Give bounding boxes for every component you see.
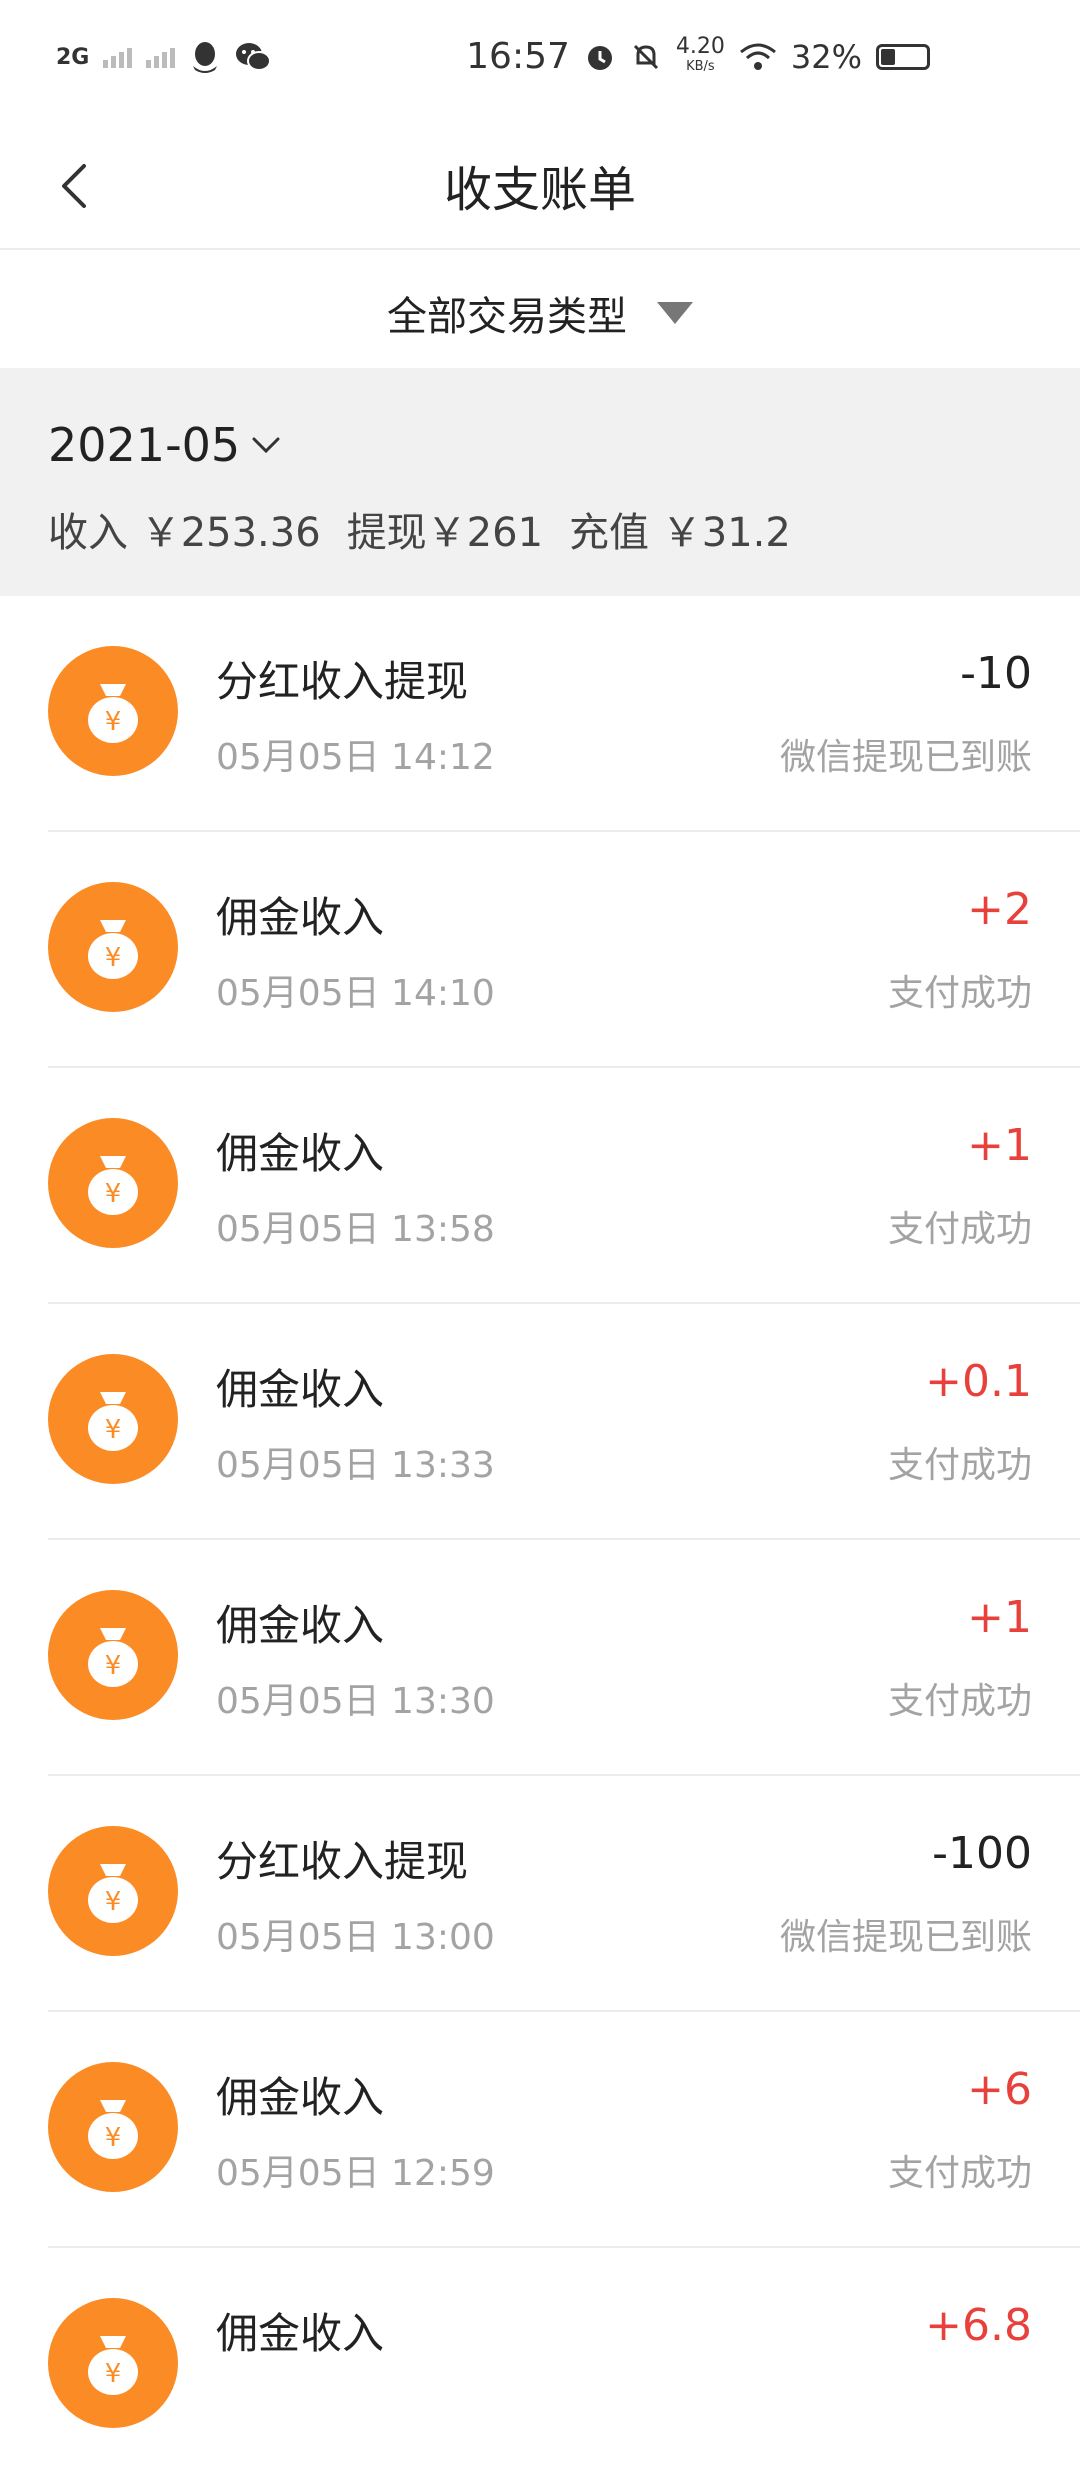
transaction-row[interactable]: ¥ 佣金收入 05月05日 13:33 +0.1 支付成功 (0, 1304, 1080, 1540)
svg-text:¥: ¥ (105, 2123, 122, 2153)
money-bag-icon: ¥ (48, 2298, 178, 2428)
transaction-title: 佣金收入 (216, 893, 385, 942)
transaction-row[interactable]: ¥ 分红收入提现 05月05日 13:00 -100 微信提现已到账 (0, 1776, 1080, 2012)
battery-icon (876, 43, 930, 70)
transaction-row[interactable]: ¥ 佣金收入 05月05日 13:58 +1 支付成功 (0, 1068, 1080, 1304)
transaction-amount: +6 (967, 2064, 1032, 2115)
transaction-amount: +6.8 (925, 2300, 1032, 2351)
transaction-amount: -10 (960, 648, 1032, 699)
transaction-type-filter[interactable]: 全部交易类型 (0, 250, 1080, 368)
transaction-title: 佣金收入 (216, 1365, 385, 1414)
filter-inner: 全部交易类型 (0, 284, 1080, 342)
transaction-amount: +2 (967, 884, 1032, 935)
transaction-status: 支付成功 (887, 1681, 1032, 1722)
dropdown-triangle-icon (657, 302, 693, 324)
transaction-title: 分红收入提现 (216, 657, 469, 706)
transaction-status: 微信提现已到账 (779, 1917, 1032, 1958)
svg-text:¥: ¥ (105, 1179, 122, 1209)
mute-bell-icon (633, 44, 658, 69)
transaction-status: 支付成功 (887, 1445, 1032, 1486)
transaction-amount: +0.1 (925, 1356, 1032, 1407)
status-bar-right: 16:57 4.20 KB/s 32% (466, 33, 930, 77)
network-type: 2G (56, 44, 90, 70)
transaction-row[interactable]: ¥ 佣金收入 05月05日 13:30 +1 支付成功 (0, 1540, 1080, 1776)
status-bar: 2G 16:57 4.20 KB/s 32% (0, 0, 1080, 120)
money-bag-icon: ¥ (48, 1354, 178, 1484)
svg-text:¥: ¥ (105, 1415, 122, 1445)
filter-label: 全部交易类型 (387, 294, 627, 340)
transaction-title: 佣金收入 (216, 2309, 385, 2358)
transaction-title: 分红收入提现 (216, 1837, 469, 1886)
transaction-status: 微信提现已到账 (779, 737, 1032, 778)
income-total: 收入 ￥253.36 (48, 510, 321, 556)
transaction-time: 05月05日 13:33 (216, 1445, 495, 1486)
recharge-total: 充值 ￥31.2 (569, 510, 791, 556)
transaction-time: 05月05日 13:58 (216, 1209, 495, 1250)
money-bag-icon: ¥ (48, 2062, 178, 2192)
transaction-time: 05月05日 13:00 (216, 1917, 495, 1958)
alarm-icon (587, 45, 612, 70)
network-speed: 4.20 KB/s (675, 33, 725, 77)
nav-bar: 收支账单 (0, 120, 1080, 250)
signal-icon (103, 46, 133, 68)
month-selector[interactable]: 2021-05 (48, 418, 284, 472)
svg-text:¥: ¥ (105, 1887, 122, 1917)
page-title: 收支账单 (443, 162, 636, 218)
transaction-amount: +1 (967, 1120, 1032, 1171)
transaction-time: 05月05日 14:10 (216, 973, 495, 1014)
transaction-time: 05月05日 13:30 (216, 1681, 495, 1722)
totals-row: 收入 ￥253.36 提现￥261 充值 ￥31.2 (48, 500, 791, 558)
money-bag-icon: ¥ (48, 1118, 178, 1248)
transaction-status: 支付成功 (887, 973, 1032, 1014)
transaction-amount: -100 (932, 1828, 1032, 1879)
wechat-icon (236, 43, 272, 71)
transaction-time: 05月05日 12:59 (216, 2153, 495, 2194)
svg-text:¥: ¥ (105, 943, 122, 973)
status-bar-left: 2G (56, 40, 272, 74)
signal-2-icon (146, 46, 176, 68)
transaction-title: 佣金收入 (216, 2073, 385, 2122)
withdraw-total: 提现￥261 (346, 510, 544, 556)
transaction-row[interactable]: ¥ 佣金收入 +6.8 (0, 2248, 1080, 2484)
money-bag-icon: ¥ (48, 646, 178, 776)
transaction-row[interactable]: ¥ 分红收入提现 05月05日 14:12 -10 微信提现已到账 (0, 596, 1080, 832)
monthly-summary: 2021-05 收入 ￥253.36 提现￥261 充值 ￥31.2 (0, 368, 1080, 596)
battery-percent: 32% (790, 37, 862, 76)
transaction-amount: +1 (967, 1592, 1032, 1643)
svg-text:¥: ¥ (105, 1651, 122, 1681)
transaction-title: 佣金收入 (216, 1601, 385, 1650)
money-bag-icon: ¥ (48, 1590, 178, 1720)
clock: 16:57 (466, 36, 570, 77)
speed-value: 4.20 (675, 33, 725, 59)
transaction-status: 支付成功 (887, 2153, 1032, 2194)
wifi-icon (739, 43, 776, 70)
chevron-down-icon (252, 437, 280, 454)
transaction-status: 支付成功 (887, 1209, 1032, 1250)
svg-text:¥: ¥ (105, 2359, 122, 2389)
transaction-list: ¥ 分红收入提现 05月05日 14:12 -10 微信提现已到账 ¥ 佣金收入… (0, 596, 1080, 2484)
transaction-title: 佣金收入 (216, 1129, 385, 1178)
money-bag-icon: ¥ (48, 1826, 178, 1956)
speed-unit: KB/s (686, 58, 715, 74)
svg-text:¥: ¥ (105, 707, 122, 737)
month-label: 2021-05 (48, 418, 241, 472)
qq-icon (193, 42, 218, 73)
money-bag-icon: ¥ (48, 882, 178, 1012)
transaction-time: 05月05日 14:12 (216, 737, 495, 778)
transaction-row[interactable]: ¥ 佣金收入 05月05日 14:10 +2 支付成功 (0, 832, 1080, 1068)
transaction-row[interactable]: ¥ 佣金收入 05月05日 12:59 +6 支付成功 (0, 2012, 1080, 2248)
